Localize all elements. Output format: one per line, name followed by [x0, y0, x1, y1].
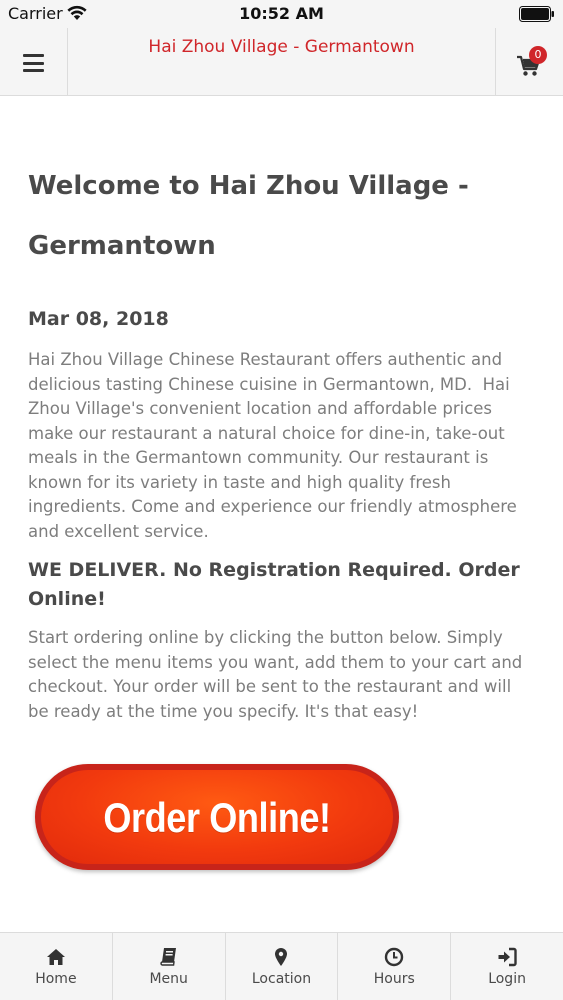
intro-paragraph: Hai Zhou Village Chinese Restaurant offe…: [28, 350, 523, 541]
delivery-heading: WE DELIVER. No Registration Required. Or…: [28, 559, 520, 610]
tab-menu[interactable]: Menu: [113, 933, 226, 1000]
menu-button[interactable]: [0, 28, 68, 96]
header-title: Hai Zhou Village - Germantown: [148, 37, 415, 57]
tab-login[interactable]: Login: [451, 933, 563, 1000]
cart-button[interactable]: 0: [495, 28, 563, 96]
cart-count-badge: 0: [529, 46, 547, 64]
tab-hours-label: Hours: [373, 971, 415, 987]
login-icon: [498, 947, 517, 967]
order-online-button-face: Order Online!: [41, 770, 393, 864]
tab-menu-label: Menu: [149, 971, 188, 987]
bottom-tab-bar: Home Menu Location Hours Login: [0, 932, 563, 1000]
tab-home[interactable]: Home: [0, 933, 113, 1000]
tab-home-label: Home: [35, 971, 77, 987]
battery-icon: [519, 6, 554, 22]
map-pin-icon: [275, 948, 288, 966]
tab-hours[interactable]: Hours: [338, 933, 452, 1000]
tab-login-label: Login: [488, 971, 526, 987]
tab-location-label: Location: [251, 971, 312, 987]
hamburger-icon: [23, 54, 44, 72]
post-date: Mar 08, 2018: [28, 308, 169, 330]
app-header: Hai Zhou Village - Germantown 0: [0, 28, 563, 96]
main-content: Welcome to Hai Zhou Village - Germantown…: [28, 96, 528, 724]
order-online-button[interactable]: Order Online!: [35, 764, 399, 870]
ordering-paragraph: Start ordering online by clicking the bu…: [28, 628, 523, 721]
status-time: 10:52 AM: [239, 4, 324, 23]
clock-icon: [385, 947, 404, 967]
page-title: Welcome to Hai Zhou Village - Germantown: [28, 171, 469, 261]
tab-location[interactable]: Location: [226, 933, 339, 1000]
app-screen: Carrier 10:52 AM Hai Zhou Village - Germ…: [0, 0, 563, 1000]
order-online-label: Order Online!: [103, 794, 331, 841]
status-bar: Carrier 10:52 AM: [0, 0, 563, 28]
book-icon: [160, 948, 176, 966]
home-icon: [46, 949, 65, 965]
